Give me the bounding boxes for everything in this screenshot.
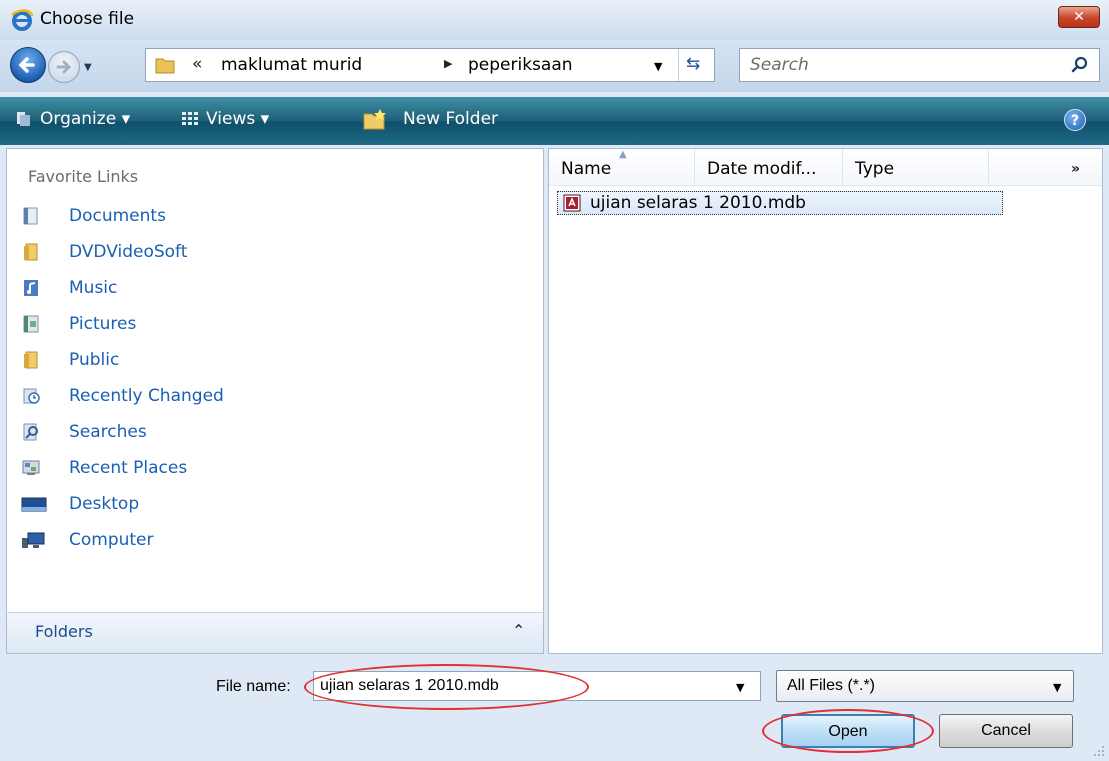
address-bar[interactable]: « maklumat murid ▶ peperiksaan ▼ ⇆ [145,48,715,82]
file-name-label: File name: [216,678,291,695]
favorite-link-label: Recently Changed [69,386,224,406]
desktop-icon [21,497,47,512]
annotation-ellipse-open-button [762,709,934,753]
organize-icon [17,112,30,126]
address-overflow-chevron[interactable]: « [192,54,202,74]
address-dropdown-icon[interactable]: ▼ [654,60,662,73]
new-folder-button[interactable]: New Folder [403,109,498,129]
favorite-link-label: DVDVideoSoft [69,242,188,262]
favorite-link-pictures[interactable]: Pictures [21,311,521,339]
search-input[interactable]: Search [750,55,809,75]
address-separator [678,49,679,81]
file-type-select[interactable]: All Files (*.*) ▼ [776,670,1074,702]
file-list-pane: ▲ Name Date modif... Type » ujian selara… [548,148,1103,654]
folder-icon [24,243,38,261]
choose-file-dialog: Choose file ✕ ▼ « maklumat murid ▶ peper… [0,0,1109,761]
search-icon[interactable] [1070,55,1090,75]
searches-icon [23,423,38,441]
favorite-link-documents[interactable]: Documents [21,203,521,231]
favorite-link-dvdvideosoft[interactable]: DVDVideoSoft [21,239,521,267]
command-toolbar: Organize ▾ Views ▾ New Folder ? [0,97,1109,145]
annotation-ellipse-file-name [304,664,589,710]
file-name-dropdown-icon[interactable]: ▼ [736,681,744,694]
breadcrumb-peperiksaan[interactable]: peperiksaan [468,55,573,75]
cancel-button[interactable]: Cancel [939,714,1073,748]
views-icon [182,112,198,125]
access-db-icon [563,194,581,212]
favorite-link-label: Desktop [69,494,140,514]
favorite-link-music[interactable]: Music [21,275,521,303]
refresh-icon[interactable]: ⇆ [686,54,700,74]
resize-grip-icon[interactable] [1092,744,1106,758]
column-header-type[interactable]: Type [843,149,989,185]
column-header-name[interactable]: Name [549,149,695,185]
pictures-icon [23,315,39,333]
favorite-link-desktop[interactable]: Desktop [21,491,521,519]
computer-icon [22,532,45,548]
favorite-link-recent-places[interactable]: Recent Places [21,455,521,483]
search-box[interactable]: Search [739,48,1100,82]
documents-icon [23,207,38,225]
close-button[interactable]: ✕ [1058,6,1100,28]
help-icon[interactable]: ? [1064,109,1086,131]
column-header-date-modified[interactable]: Date modif... [695,149,843,185]
recent-pages-dropdown-icon[interactable]: ▼ [84,62,92,73]
back-arrow-icon [18,57,35,73]
favorite-links-header: Favorite Links [28,167,139,186]
favorite-link-computer[interactable]: Computer [21,527,521,555]
favorite-link-label: Music [69,278,118,298]
forward-arrow-icon [56,60,72,74]
favorite-link-label: Recent Places [69,458,188,478]
breadcrumb-separator-icon[interactable]: ▶ [444,57,452,70]
favorite-link-searches[interactable]: Searches [21,419,521,447]
file-type-dropdown-icon[interactable]: ▼ [1053,681,1061,694]
recently-changed-icon [23,388,40,404]
folder-icon [155,58,175,74]
file-type-value: All Files (*.*) [787,677,876,694]
music-icon [24,280,38,296]
organize-menu-button[interactable]: Organize ▾ [40,109,130,129]
title-bar: Choose file ✕ [0,0,1109,40]
chevron-up-icon[interactable]: ⌃ [512,621,525,640]
favorite-link-public[interactable]: Public [21,347,521,375]
favorite-link-recently-changed[interactable]: Recently Changed [21,383,521,411]
back-button[interactable] [10,47,46,83]
new-folder-icon [363,109,386,130]
recent-places-icon [22,460,40,475]
window-title: Choose file [40,9,135,29]
favorite-link-label: Computer [69,530,154,550]
file-name-label: ujian selaras 1 2010.mdb [590,193,806,213]
internet-explorer-icon [11,9,34,31]
breadcrumb-maklumat-murid[interactable]: maklumat murid [221,55,362,75]
folder-icon [24,351,38,369]
more-columns-icon[interactable]: » [1071,161,1080,177]
favorite-link-label: Documents [69,206,166,226]
favorite-link-label: Searches [69,422,147,442]
forward-button[interactable] [48,51,80,83]
favorite-link-label: Public [69,350,120,370]
folders-toggle[interactable]: Folders ⌃ [6,612,544,654]
views-menu-button[interactable]: Views ▾ [206,109,269,129]
navigation-bar: ▼ « maklumat murid ▶ peperiksaan ▼ ⇆ Sea… [0,40,1109,92]
folders-label: Folders [35,622,93,641]
file-list-item[interactable]: ujian selaras 1 2010.mdb [557,191,1003,215]
favorite-link-label: Pictures [69,314,137,334]
navigation-pane: Favorite Links Documents DVDVideoSoft Mu… [6,148,544,654]
